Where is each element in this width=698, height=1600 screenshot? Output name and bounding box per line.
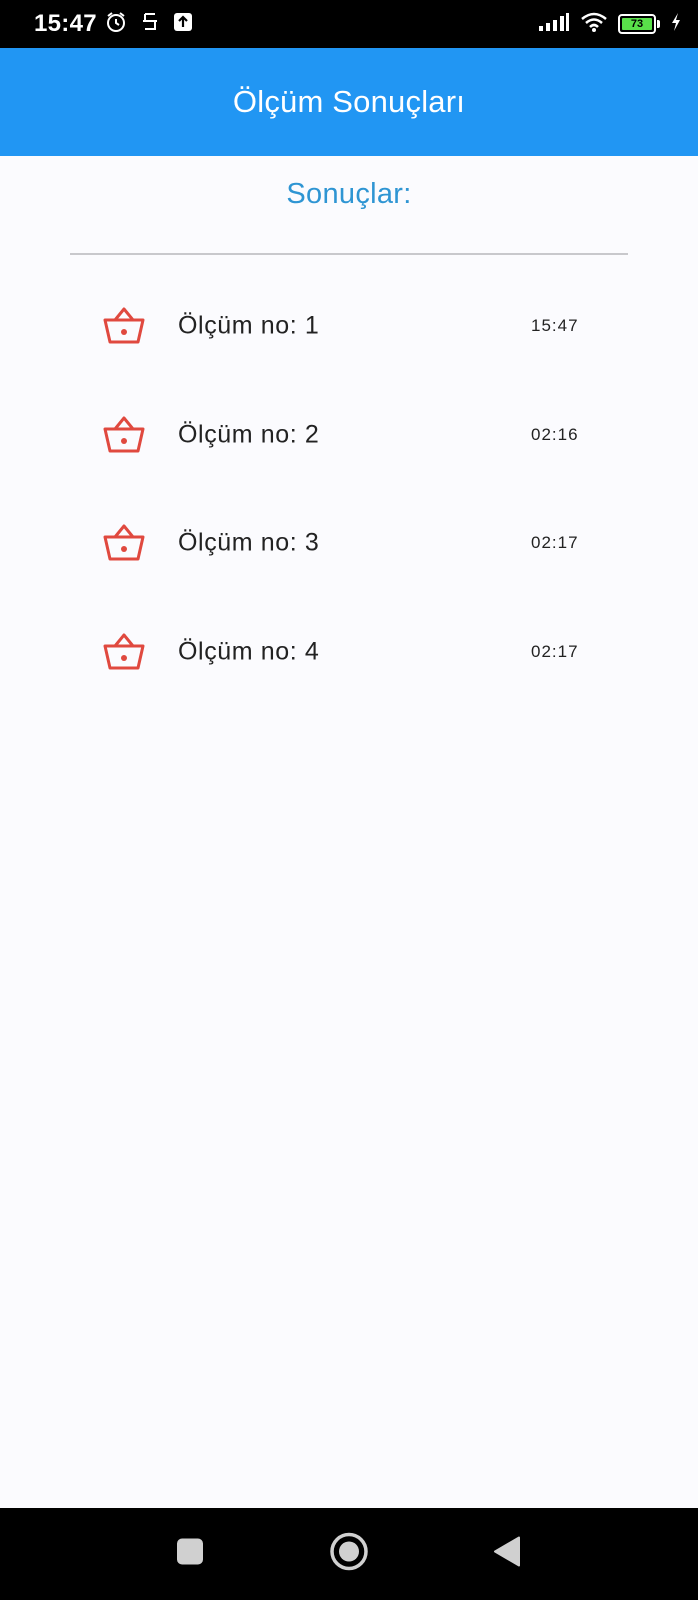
list-item[interactable]: Ölçüm no: 1 15:47 — [0, 272, 698, 381]
battery-level: 73 — [622, 18, 652, 30]
basket-icon — [102, 306, 146, 346]
wifi-icon — [580, 11, 608, 38]
sim-icon — [141, 11, 159, 38]
list-item[interactable]: Ölçüm no: 3 02:17 — [0, 489, 698, 598]
nav-bar — [0, 1508, 698, 1600]
status-time: 15:47 — [34, 10, 97, 37]
item-label: Ölçüm no: 2 — [178, 420, 320, 449]
item-label: Ölçüm no: 3 — [178, 528, 320, 557]
section-title: Sonuçlar: — [286, 178, 412, 210]
back-button[interactable] — [493, 1536, 521, 1573]
charging-icon — [670, 12, 682, 37]
item-time: 15:47 — [531, 316, 579, 336]
item-time: 02:16 — [531, 424, 579, 444]
recents-button[interactable] — [176, 1538, 204, 1571]
results-list: Ölçüm no: 1 15:47 Ölçüm no: 2 02:16 Ölçü… — [0, 272, 698, 706]
home-button[interactable] — [329, 1532, 369, 1577]
basket-icon — [102, 415, 146, 455]
signal-icon — [538, 12, 570, 37]
list-item[interactable]: Ölçüm no: 2 02:16 — [0, 381, 698, 490]
basket-icon — [102, 523, 146, 563]
divider — [70, 253, 628, 255]
app-title: Ölçüm Sonuçları — [232, 84, 466, 119]
item-label: Ölçüm no: 1 — [178, 311, 320, 340]
battery-icon: 73 — [618, 14, 660, 34]
alarm-icon — [105, 11, 127, 38]
basket-icon — [102, 632, 146, 672]
item-time: 02:17 — [531, 642, 579, 662]
item-label: Ölçüm no: 4 — [178, 637, 320, 666]
status-bar: 15:47 73 — [0, 0, 698, 48]
upload-icon — [173, 12, 193, 37]
app-bar: Ölçüm Sonuçları — [0, 48, 698, 156]
item-time: 02:17 — [531, 533, 579, 553]
list-item[interactable]: Ölçüm no: 4 02:17 — [0, 598, 698, 707]
